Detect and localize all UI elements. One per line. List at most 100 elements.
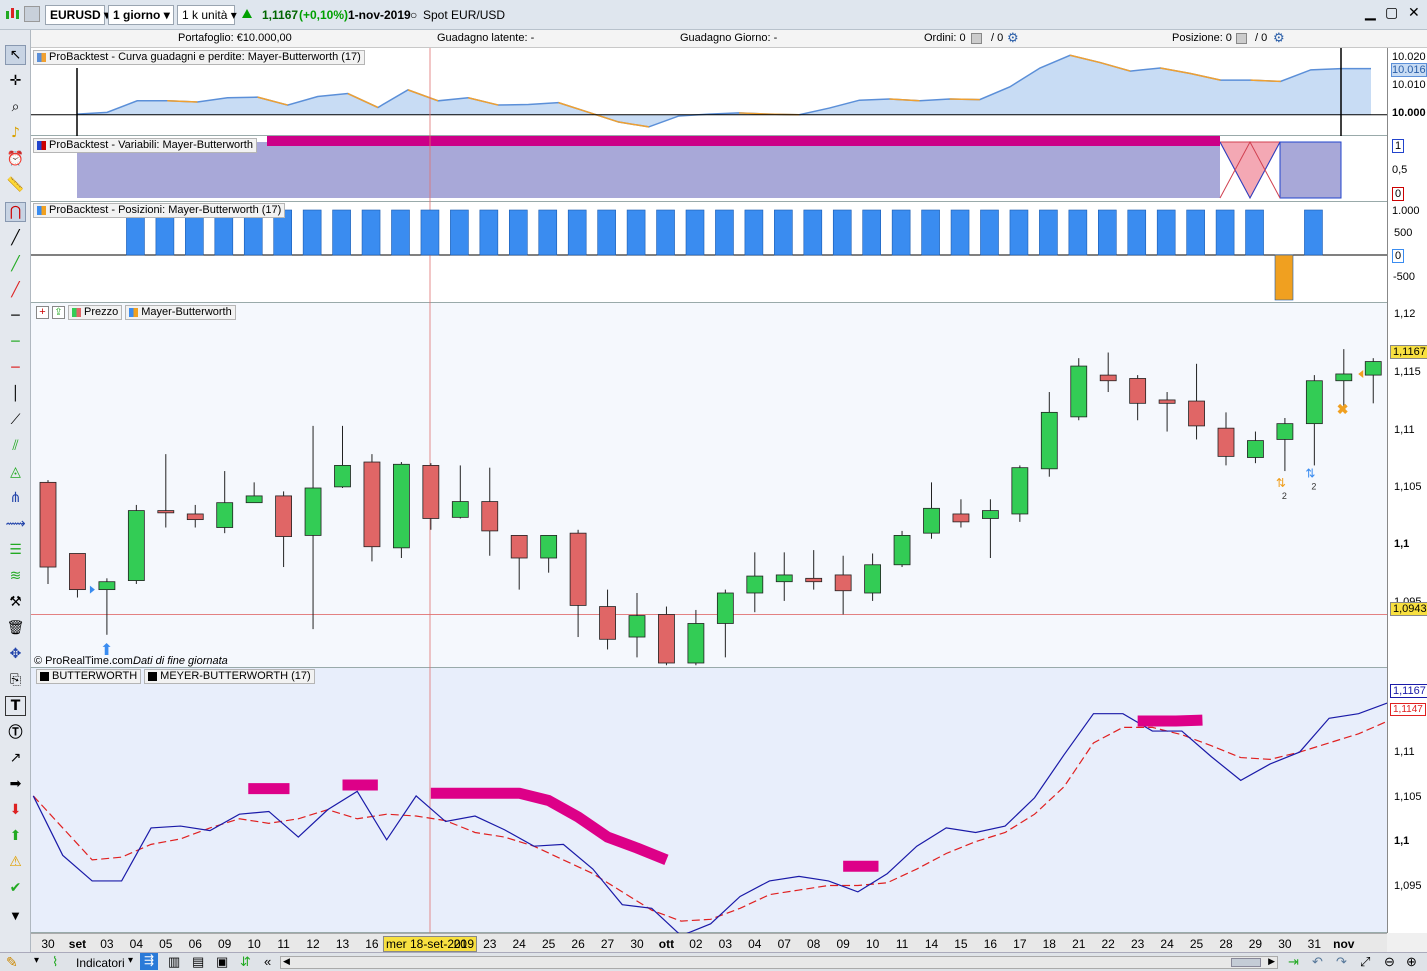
alarm-icon[interactable]: ⏰ [5,149,26,169]
date-axis[interactable]: 30 set 03 04 05 06 09 10 11 12 13 16 mer 18-set-2019… [31,933,1387,952]
trash-icon[interactable]: 🗑 [5,618,26,638]
variables-panel-label[interactable]: ProBacktest - Variabili: Mayer-Butterwor… [33,138,257,153]
ruler-icon[interactable]: 📏 [5,175,26,195]
price-legend[interactable]: Prezzo [68,305,123,320]
text-callout-icon[interactable]: Ⓣ [5,722,26,742]
spot-radio-icon[interactable]: ○ [410,8,417,22]
horizontal-scrollbar[interactable]: ◀ ▶ [280,956,1278,969]
positions-tick: 0 [1392,249,1405,263]
price-panel-label[interactable]: + ⇪ Prezzo Mayer-Butterworth [33,305,239,320]
arrow-up-icon[interactable]: ⬆ [5,826,26,846]
segment-icon[interactable]: ⟋ [5,410,26,430]
positions-tick: 1.000 [1392,205,1420,217]
fibonacci-fan-icon[interactable]: ⟿ [5,514,26,534]
candle [1188,400,1205,427]
red-hline-icon[interactable]: ─ [5,358,26,378]
fit-icon[interactable]: ⤢ [1360,954,1370,970]
magnet-icon[interactable]: ⋂ [5,202,26,222]
equity-scale: 10.020 10.016 10.010 10.000 [1387,48,1427,136]
position-bar [1245,209,1264,256]
price-panel: ⬆ ⇅ 2 ⇅ 2 ✖ © ProRealTime.com Dati di fine gi… [31,303,1387,668]
timeframe-selector[interactable]: 1 giorno ▾ [108,5,174,25]
positions-swatch-icon [37,206,46,215]
symbol-selector[interactable]: EURUSD ▾ [45,5,110,25]
candle [69,553,86,591]
positions-panel-label[interactable]: ProBacktest - Posizioni: Mayer-Butterwor… [33,203,286,218]
scroll-fast-left-icon[interactable]: « [264,954,271,969]
crosshair-icon[interactable]: ✛ [5,71,26,91]
add-indicator-icon[interactable]: + [36,306,49,319]
scroll-end-icon[interactable]: ⇥ [1288,954,1299,970]
chart-icon[interactable] [4,6,22,22]
strategy-legend[interactable]: Mayer-Butterworth [125,305,236,320]
screen-icon[interactable]: ▤ [192,954,204,970]
channel-icon[interactable]: ⫽ [5,436,26,456]
position-gear-icon[interactable]: ⚙ [1273,30,1285,46]
pitchfork-icon[interactable]: ⋔ [5,488,26,508]
chevron-down-icon[interactable]: ▾ [34,955,39,966]
red-line-icon[interactable]: ╱ [5,280,26,300]
close-icon[interactable]: ✕ [1408,4,1420,21]
share-icon[interactable]: ⇶ [140,953,158,970]
date-tick: 03 [100,937,114,951]
move-icon[interactable]: ✥ [5,644,26,664]
chevron-down-icon[interactable]: ▾ [128,955,133,966]
date-tick: 02 [689,937,703,951]
horizontal-line-icon[interactable]: ─ [5,306,26,326]
scroll-left-icon[interactable]: ◀ [283,956,290,967]
orders-list-icon[interactable] [971,33,982,44]
equity-panel-label[interactable]: ProBacktest - Curva guadagni e perdite: … [33,50,365,65]
position-bar [1068,209,1088,256]
zoom-in-icon[interactable]: ⊕ [1406,954,1417,970]
export-icon[interactable]: ⇵ [240,954,251,970]
redo-icon[interactable]: ↷ [1336,954,1347,970]
arrow-right-icon[interactable]: ➡ [5,774,26,794]
scrollbar-thumb[interactable] [1231,958,1261,967]
butterworth-legend[interactable]: BUTTERWORTH [36,669,142,684]
alert-bell-icon[interactable]: ♪ [5,123,26,143]
line-icon[interactable]: ╱ [5,228,26,248]
regression-icon[interactable]: ≋ [5,566,26,586]
check-icon[interactable]: ✔ [5,878,26,898]
candle [952,513,970,523]
vertical-line-icon[interactable]: │ [5,384,26,404]
indicator-panel-label[interactable]: BUTTERWORTH MEYER-BUTTERWORTH (17) [33,669,318,684]
tools-icon[interactable]: ⚒ [5,592,26,612]
undo-icon[interactable]: ↶ [1312,954,1323,970]
candle [864,564,881,594]
minimize-icon[interactable]: ▁ [1365,4,1376,21]
indicators-icon[interactable]: ⌇ [52,954,58,970]
layout-icon[interactable]: ▥ [168,954,180,970]
scroll-right-icon[interactable]: ▶ [1268,956,1275,967]
date-tick: 25 [1189,937,1204,951]
pencil-icon[interactable]: ✎ [6,954,18,971]
zoom-out-icon[interactable]: ⊖ [1384,954,1395,970]
cursor-icon[interactable]: ↖ [5,45,26,65]
chart-settings-icon[interactable]: ⇪ [52,306,65,319]
position-bar [538,209,558,256]
text-icon[interactable]: T [5,696,26,716]
meyer-legend[interactable]: MEYER-BUTTERWORTH (17) [144,669,315,684]
candle [510,535,528,559]
orders-gear-icon[interactable]: ⚙ [1007,30,1019,46]
warning-icon[interactable]: ⚠ [5,852,26,872]
copy-icon[interactable]: ⎘ [5,670,26,690]
date-tick: 16 [365,937,379,951]
position-list-icon[interactable] [1236,33,1247,44]
last-price: 1,1167 [262,8,299,22]
drag-handle-icon[interactable] [24,6,40,22]
scroll-down-icon[interactable]: ▼ [5,906,26,926]
indicators-button[interactable]: Indicatori [76,956,125,970]
green-line-icon[interactable]: ╱ [5,254,26,274]
arrow-down-icon[interactable]: ⬇ [5,800,26,820]
units-selector[interactable]: 1 k unità ▾ [177,5,237,25]
maximize-icon[interactable]: ▢ [1385,4,1398,21]
zoom-icon[interactable]: ⌕ [5,97,26,117]
fibonacci-icon[interactable]: ☰ [5,540,26,560]
variables-scale: 1 0,5 0 [1387,136,1427,202]
triangle-icon[interactable]: ◬ [5,462,26,482]
screenshot-icon[interactable]: ▣ [216,954,228,970]
green-hline-icon[interactable]: ─ [5,332,26,352]
position-bar [1215,209,1235,256]
arrow-line-icon[interactable]: ↗ [5,748,26,768]
